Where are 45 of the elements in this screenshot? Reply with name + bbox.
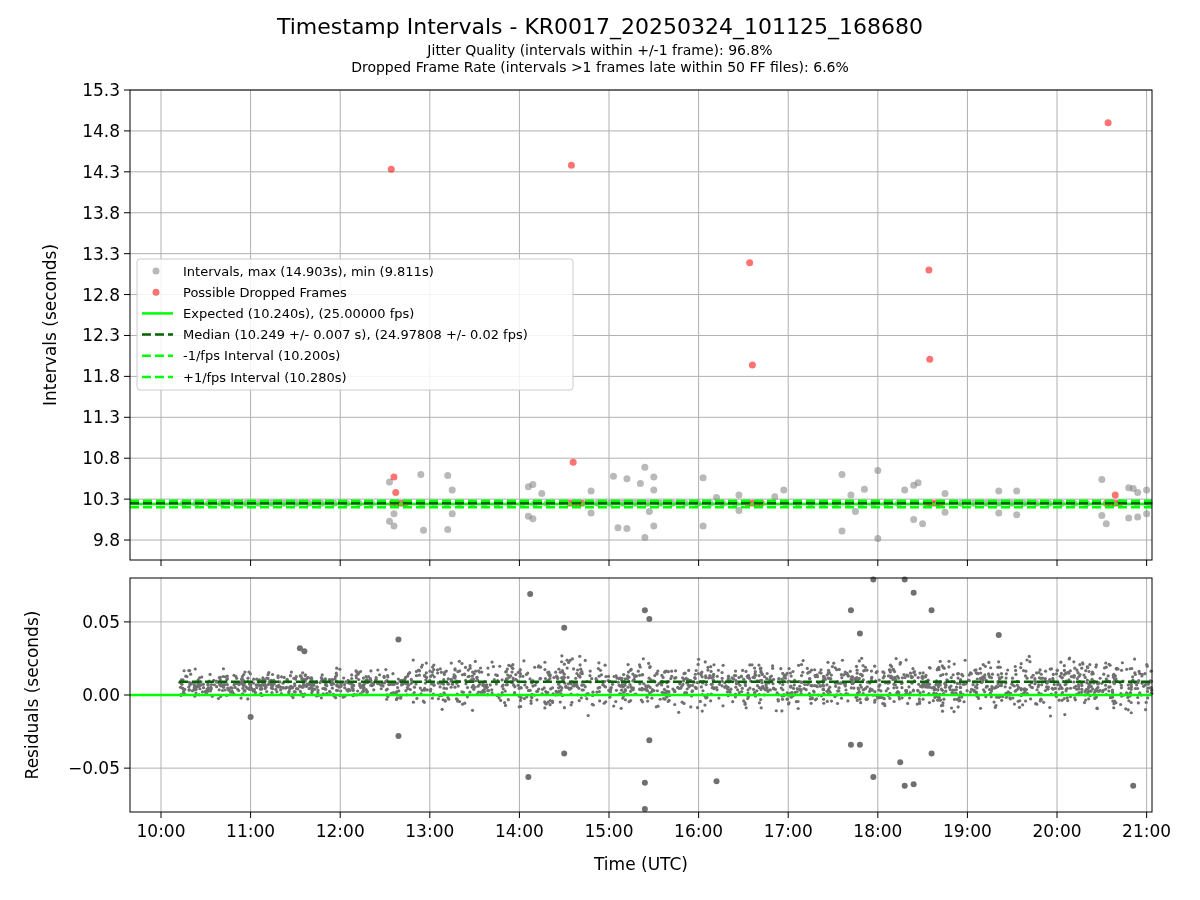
legend-label: -1/fps Interval (10.200s) (183, 348, 341, 364)
y-tick-label: 11.8 (82, 366, 120, 387)
y-tick-label: 10.8 (82, 448, 120, 469)
legend-line-icon (142, 312, 173, 315)
x-tick-label: 11:00 (226, 821, 276, 841)
y-axis-label: Residuals (seconds) (22, 610, 42, 780)
x-tick-label: 21:00 (1122, 821, 1172, 841)
y-tick-label: 13.8 (82, 202, 120, 223)
y-tick-label: 0.05 (82, 611, 120, 632)
y-tick-label: 15.3 (82, 80, 120, 100)
legend-label: Possible Dropped Frames (183, 284, 347, 300)
legend-marker-icon (152, 288, 160, 296)
x-tick-label: 12:00 (315, 821, 365, 841)
y-tick-label: 13.3 (82, 243, 120, 264)
x-tick-label: 20:00 (1032, 821, 1082, 841)
legend-line-icon (142, 354, 173, 358)
x-tick-label: 17:00 (763, 821, 813, 841)
y-tick-label: 9.8 (92, 530, 120, 551)
y-tick-label: 14.3 (82, 161, 120, 182)
chart-subtitle: Jitter Quality (intervals within +/-1 frame): 96.8% (427, 42, 773, 59)
x-tick-label: 13:00 (405, 821, 455, 841)
y-tick-label: 12.3 (82, 325, 120, 346)
x-tick-label: 18:00 (853, 821, 903, 841)
y-tick-label: −0.05 (67, 758, 120, 779)
legend-label: Intervals, max (14.903s), min (9.811s) (183, 263, 434, 279)
y-axis-label: Intervals (seconds) (40, 243, 60, 407)
x-tick-label: 10:00 (136, 821, 186, 841)
y-tick-label: 10.3 (82, 489, 120, 510)
x-tick-label: 15:00 (584, 821, 634, 841)
x-tick-label: 14:00 (494, 821, 544, 841)
chart-subtitle: Dropped Frame Rate (intervals >1 frames late within 50 FF files): 6.6% (351, 59, 849, 76)
legend-label: Median (10.249 +/- 0.007 s), (24.97808 +/- 0.02 fps) (183, 327, 528, 343)
legend-label: Expected (10.240s), (25.00000 fps) (183, 305, 415, 321)
legend-line-icon (142, 333, 173, 336)
x-tick-label: 16:00 (674, 821, 724, 841)
x-tick-label: 19:00 (942, 821, 992, 841)
legend-marker-icon (152, 267, 160, 275)
y-tick-label: 12.8 (82, 284, 120, 305)
legend-line-icon (142, 375, 173, 379)
y-tick-label: 0.00 (82, 685, 120, 705)
y-tick-label: 11.3 (82, 407, 120, 428)
y-tick-label: 14.8 (82, 120, 120, 141)
legend-label: +1/fps Interval (10.280s) (183, 369, 347, 385)
chart-title: Timestamp Intervals - KR0017_20250324_101125_168680 (276, 13, 924, 42)
x-axis-label: Time (UTC) (594, 854, 688, 874)
